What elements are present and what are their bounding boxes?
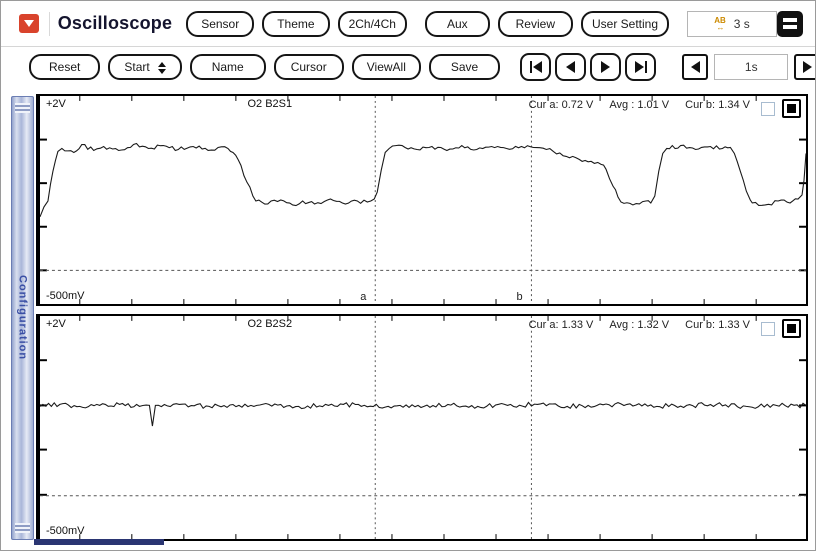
step-forward-button[interactable] (590, 53, 621, 81)
cursor-a-tag: a (360, 291, 366, 303)
cursor-a-value: 0.72 V (562, 99, 594, 111)
timebase-field[interactable]: 1s (714, 54, 788, 80)
cursor-b-value: 1.34 V (718, 99, 750, 111)
skip-to-end-button[interactable] (625, 53, 656, 81)
cursor-button[interactable]: Cursor (274, 54, 344, 80)
reset-button[interactable]: Reset (29, 54, 100, 80)
channel-title: O2 B2S2 (247, 318, 292, 330)
left-triangle-icon (566, 61, 575, 73)
avg-label: Avg : (609, 319, 634, 331)
channel-title: O2 B2S1 (247, 98, 292, 110)
cursor-a-label: Cur a: (529, 319, 559, 331)
avg-value: 1.32 V (637, 319, 669, 331)
timebase-decrease-button[interactable] (682, 54, 708, 80)
channel-checkbox[interactable] (761, 102, 775, 116)
stepper-icon (158, 62, 166, 74)
save-button[interactable]: Save (429, 54, 500, 80)
filled-square-icon (787, 104, 796, 113)
channel-readouts: Cur a: 1.33 V Avg : 1.32 V Cur b: 1.33 V (529, 319, 750, 331)
right-triangle-icon (635, 61, 644, 73)
aux-button[interactable]: Aux (425, 11, 490, 37)
sensor-button[interactable]: Sensor (186, 11, 254, 37)
left-triangle-icon (691, 61, 700, 73)
channel-1-waveform (40, 96, 806, 304)
transport-controls (520, 53, 656, 81)
page-title: Oscilloscope (58, 13, 172, 34)
name-button[interactable]: Name (190, 54, 266, 80)
display-mode-button[interactable] (782, 99, 801, 118)
cursor-b-tag: b (516, 291, 522, 303)
filled-square-icon (787, 324, 796, 333)
timebase-increase-button[interactable] (794, 54, 816, 80)
right-triangle-icon (601, 61, 610, 73)
horizontal-scrollbar-thumb[interactable] (34, 539, 164, 545)
cursor-b-label: Cur b: (685, 99, 715, 111)
down-triangle-icon (24, 20, 34, 27)
grip-icon (15, 523, 30, 533)
ab-time-display[interactable]: AB ↔ 3 s (687, 11, 777, 37)
avg-label: Avg : (609, 99, 634, 111)
y-axis-top-label: +2V (46, 318, 66, 330)
review-button[interactable]: Review (498, 11, 573, 37)
user-setting-button[interactable]: User Setting (581, 11, 669, 37)
step-back-button[interactable] (555, 53, 586, 81)
cursor-a-label: Cur a: (529, 99, 559, 111)
sidebar-tab-configuration[interactable]: Configuration (11, 96, 34, 540)
control-toolbar: Reset Start Name Cursor ViewAll Save 1s (1, 47, 815, 87)
cursor-a-value: 1.33 V (562, 319, 594, 331)
viewall-button[interactable]: ViewAll (352, 54, 421, 80)
y-axis-bottom-label: -500mV (46, 525, 85, 537)
ab-time-value: 3 s (734, 17, 750, 31)
oscilloscope-window: Oscilloscope Sensor Theme 2Ch/4Ch Aux Re… (0, 0, 816, 551)
channel-1-plot[interactable]: +2V O2 B2S1 Cur a: 0.72 V Avg : 1.01 V C… (36, 94, 808, 306)
divider (49, 12, 50, 36)
display-mode-button[interactable] (782, 319, 801, 338)
ab-cursor-span-icon: AB ↔ (714, 17, 726, 31)
top-toolbar: Oscilloscope Sensor Theme 2Ch/4Ch Aux Re… (1, 1, 815, 47)
app-dropdown-icon[interactable] (19, 14, 39, 33)
y-axis-top-label: +2V (46, 98, 66, 110)
theme-button[interactable]: Theme (262, 11, 329, 37)
left-triangle-icon (533, 61, 542, 73)
y-axis-bottom-label: -500mV (46, 290, 85, 302)
grip-icon (15, 103, 30, 113)
skip-to-start-button[interactable] (520, 53, 551, 81)
channel-mode-button[interactable]: 2Ch/4Ch (338, 11, 407, 37)
sidebar-tab-label: Configuration (17, 275, 29, 360)
channel-2-waveform (40, 316, 806, 539)
avg-value: 1.01 V (637, 99, 669, 111)
menu-icon[interactable] (777, 11, 803, 37)
timebase-controls: 1s (682, 54, 816, 80)
channel-readouts: Cur a: 0.72 V Avg : 1.01 V Cur b: 1.34 V (529, 99, 750, 111)
cursor-b-value: 1.33 V (718, 319, 750, 331)
channel-checkbox[interactable] (761, 322, 775, 336)
cursor-b-label: Cur b: (685, 319, 715, 331)
right-triangle-icon (803, 61, 812, 73)
channel-2-plot[interactable]: +2V O2 B2S2 Cur a: 1.33 V Avg : 1.32 V C… (36, 314, 808, 541)
start-button[interactable]: Start (108, 54, 181, 80)
